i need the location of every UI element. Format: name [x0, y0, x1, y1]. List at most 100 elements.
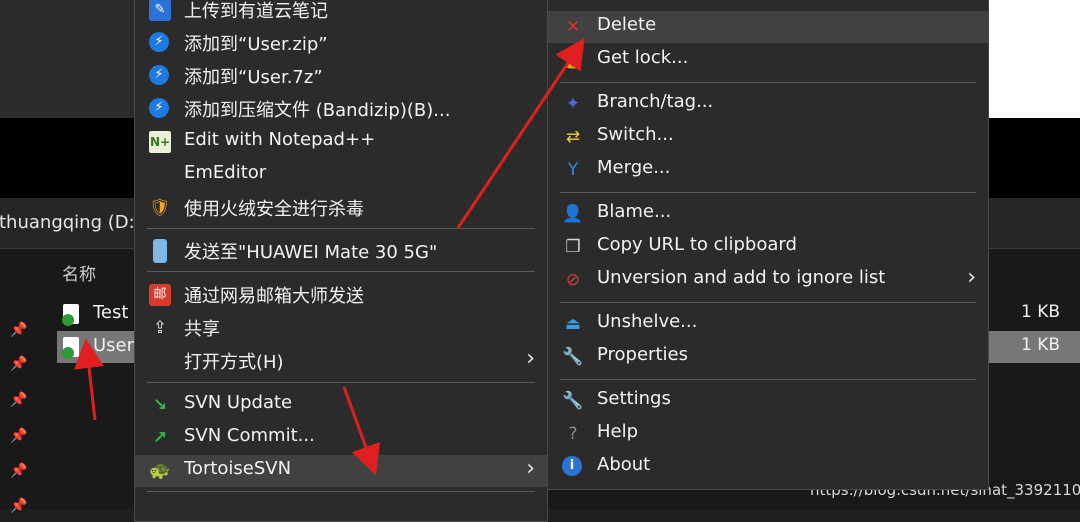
- menu-item-switch[interactable]: ⇄ Switch...: [548, 121, 988, 153]
- menu-item-label: 打开方式(H): [184, 352, 284, 373]
- unversion-icon: ⊘: [565, 270, 581, 290]
- menu-item-unversion-ignore[interactable]: ⊘ Unversion and add to ignore list ›: [548, 264, 988, 296]
- pin-icon[interactable]: 📌: [10, 428, 27, 444]
- unshelve-icon: ⏏: [564, 314, 582, 334]
- menu-item-properties[interactable]: 🔧 Properties: [548, 341, 988, 373]
- menu-item-svn-commit[interactable]: ↗ SVN Commit...: [135, 422, 547, 454]
- bandizip-icon: ⚡: [149, 32, 169, 52]
- menu-item-huorong-scan[interactable]: 🛡 使用火绒安全进行杀毒: [135, 192, 547, 224]
- menu-item-label: Delete: [597, 14, 657, 35]
- menu-separator: [560, 379, 976, 380]
- share-icon: ⇪: [152, 318, 168, 338]
- switch-icon: ⇄: [565, 127, 581, 147]
- menu-item-delete[interactable]: ✕ Delete: [548, 11, 988, 43]
- wrench-icon: 🔧: [562, 347, 584, 367]
- file-name: Test: [93, 302, 129, 323]
- menu-item-label: Unshelve...: [597, 311, 698, 332]
- menu-item-label: Unversion and add to ignore list: [597, 267, 886, 288]
- pin-icon[interactable]: 📌: [10, 498, 27, 514]
- column-header-name[interactable]: 名称: [62, 260, 96, 285]
- menu-item-label: Edit with Notepad++: [184, 129, 376, 150]
- menu-item-label: Copy URL to clipboard: [597, 234, 797, 255]
- settings-wrench-icon: 🔧: [562, 391, 584, 411]
- menu-item-label: Branch/tag...: [597, 91, 714, 112]
- delete-x-icon: ✕: [565, 17, 581, 37]
- menu-item-label: 发送至"HUAWEI Mate 30 5G": [184, 242, 438, 263]
- merge-icon: Y: [567, 160, 579, 180]
- menu-item-blame[interactable]: 👤 Blame...: [548, 198, 988, 230]
- notepad-plus-icon: N+: [149, 131, 171, 153]
- menu-item-label: EmEditor: [184, 162, 267, 183]
- menu-item-tortoisesvn[interactable]: 🐢 TortoiseSVN ›: [135, 455, 547, 487]
- file-name: User.: [93, 335, 139, 356]
- menu-item-label: Settings: [597, 388, 671, 409]
- background-white-area: [988, 0, 1080, 118]
- menu-item-youdao-note[interactable]: ✎ 上传到有道云笔记: [135, 0, 547, 26]
- lock-icon: 🔒: [562, 50, 584, 70]
- menu-item-get-lock[interactable]: 🔒 Get lock...: [548, 44, 988, 76]
- menu-item-label: SVN Commit...: [184, 425, 315, 446]
- menu-separator: [560, 192, 976, 193]
- menu-item-label: Get lock...: [597, 47, 689, 68]
- menu-item-label: Switch...: [597, 124, 674, 145]
- menu-separator: [560, 302, 976, 303]
- file-size: 1 KB: [1020, 302, 1060, 322]
- menu-item-add-zip[interactable]: ⚡ 添加到“User.zip”: [135, 27, 547, 59]
- menu-item-label: Blame...: [597, 201, 672, 222]
- menu-item-add-7z[interactable]: ⚡ 添加到“User.7z”: [135, 60, 547, 92]
- menu-item-label: Help: [597, 421, 639, 442]
- menu-item-label: Properties: [597, 344, 688, 365]
- pin-icon[interactable]: 📌: [10, 356, 27, 372]
- menu-separator: [147, 228, 535, 229]
- mail-icon: 邮: [149, 284, 171, 306]
- menu-item-label: 添加到压缩文件 (Bandizip)(B)...: [184, 100, 451, 121]
- menu-item-merge[interactable]: Y Merge...: [548, 154, 988, 186]
- pin-icon[interactable]: 📌: [10, 463, 27, 479]
- menu-item-label: 添加到“User.zip”: [184, 34, 328, 55]
- menu-separator: [147, 271, 535, 272]
- bandizip-icon: ⚡: [149, 65, 169, 85]
- menu-item-branch-tag[interactable]: ✦ Branch/tag...: [548, 88, 988, 120]
- menu-item-label: TortoiseSVN: [184, 458, 292, 479]
- blame-user-icon: 👤: [562, 204, 584, 224]
- menu-item-unshelve[interactable]: ⏏ Unshelve...: [548, 308, 988, 340]
- menu-item-copy-url[interactable]: ❐ Copy URL to clipboard: [548, 231, 988, 263]
- background-window-strip: [0, 0, 140, 118]
- menu-item-svn-update[interactable]: ↘ SVN Update: [135, 389, 547, 421]
- context-menu: ✎ 上传到有道云笔记 ⚡ 添加到“User.zip” ⚡ 添加到“User.7z…: [134, 0, 548, 522]
- menu-item-label: 上传到有道云笔记: [184, 1, 328, 22]
- bandizip-icon: ⚡: [149, 98, 169, 118]
- menu-item-label: SVN Update: [184, 392, 293, 413]
- info-icon: i: [562, 456, 582, 476]
- youdao-note-icon: ✎: [149, 0, 171, 21]
- menu-item-open-with[interactable]: 打开方式(H) ›: [135, 345, 547, 377]
- menu-item-emeditor[interactable]: EmEditor: [135, 159, 547, 191]
- file-size: 1 KB: [1020, 335, 1060, 355]
- menu-item-label: 通过网易邮箱大师发送: [184, 286, 364, 307]
- menu-item-label: About: [597, 454, 651, 475]
- svn-file-icon: [62, 304, 79, 326]
- svn-file-icon: [62, 337, 79, 359]
- menu-item-about[interactable]: i About: [548, 451, 988, 483]
- menu-item-settings[interactable]: 🔧 Settings: [548, 385, 988, 417]
- help-icon: ?: [568, 424, 578, 444]
- menu-item-label: 添加到“User.7z”: [184, 67, 323, 88]
- branch-icon: ✦: [565, 94, 581, 114]
- chevron-right-icon: ›: [967, 265, 976, 290]
- pin-icon[interactable]: 📌: [10, 322, 27, 338]
- menu-item-send-to-phone[interactable]: 发送至"HUAWEI Mate 30 5G": [135, 235, 547, 267]
- menu-item-add-archive[interactable]: ⚡ 添加到压缩文件 (Bandizip)(B)...: [135, 93, 547, 125]
- menu-item-label: 共享: [184, 319, 220, 340]
- address-bar-path: ithuangqing (D:: [0, 212, 135, 233]
- svn-commit-icon: ↗: [152, 428, 168, 448]
- menu-item-share[interactable]: ⇪ 共享: [135, 312, 547, 344]
- menu-item-help[interactable]: ? Help: [548, 418, 988, 450]
- chevron-right-icon: ›: [526, 346, 535, 371]
- menu-separator: [147, 491, 535, 492]
- menu-item-label: Merge...: [597, 157, 671, 178]
- copy-icon: ❐: [565, 237, 581, 257]
- tortoisesvn-submenu: ✕ Delete 🔒 Get lock... ✦ Branch/tag... ⇄…: [547, 0, 989, 490]
- menu-item-notepad-plus[interactable]: N+ Edit with Notepad++: [135, 126, 547, 158]
- pin-icon[interactable]: 📌: [10, 392, 27, 408]
- menu-item-mail-master[interactable]: 邮 通过网易邮箱大师发送: [135, 279, 547, 311]
